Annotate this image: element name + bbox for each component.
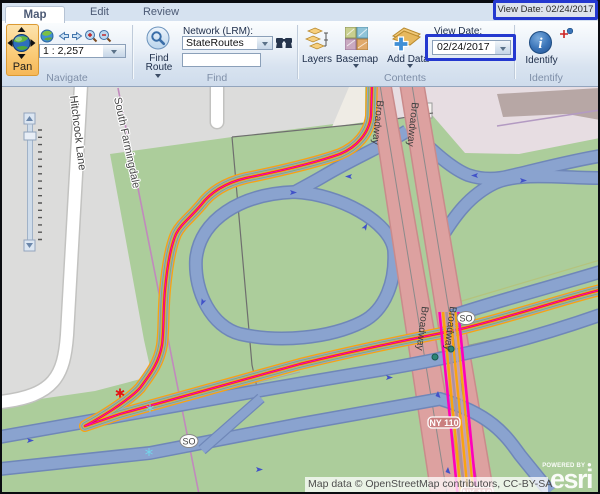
svg-text:SO: SO (459, 314, 472, 324)
svg-text:SO: SO (182, 437, 195, 447)
svg-text:NY 110: NY 110 (429, 418, 458, 428)
